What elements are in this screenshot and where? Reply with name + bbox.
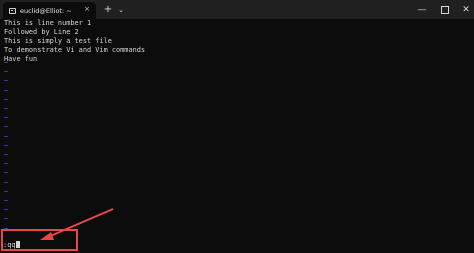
arrow-shaft <box>47 208 114 238</box>
annotation-arrow <box>40 208 114 240</box>
arrow-head <box>40 232 54 240</box>
